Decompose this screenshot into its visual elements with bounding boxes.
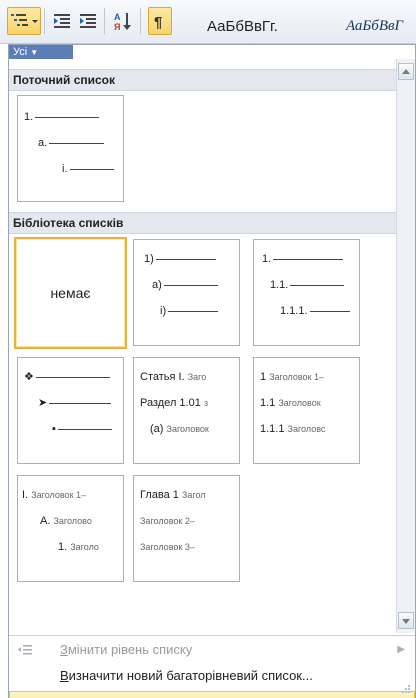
scroll-down-arrow-icon[interactable] (398, 612, 414, 629)
list-line: 1.1. (270, 278, 345, 292)
svg-text:¶: ¶ (154, 14, 162, 31)
multilevel-list-gallery: Усі ▼ Поточний список 1. a. i. Бібліотека… (8, 44, 416, 698)
filter-label: Усі (13, 46, 28, 58)
list-line: 1.1.1. (280, 304, 350, 318)
list-line: Заголовок 3– (140, 542, 195, 552)
show-formatting-button[interactable]: ¶ (148, 7, 172, 35)
scroll-up-arrow-icon[interactable] (398, 63, 414, 80)
list-line: ➤ (38, 396, 112, 410)
list-tile-article[interactable]: Статья I. Заго Раздел 1.01 з (a) Заголов… (133, 357, 240, 464)
ribbon-separator (104, 8, 105, 34)
none-label: немає (50, 285, 91, 301)
list-line: ❖ (24, 370, 110, 384)
multilevel-list-button[interactable] (7, 7, 41, 35)
list-tile-heading-roman[interactable]: I. Заголовок 1– A. Заголово 1. Заголо (17, 475, 124, 582)
list-line: 1.1 Заголовок (260, 397, 321, 409)
vertical-scrollbar[interactable] (396, 59, 415, 633)
list-line: 1 Заголовок 1– (260, 371, 325, 383)
ribbon-separator (140, 8, 141, 34)
increase-indent-icon (80, 14, 96, 28)
menu-item-define-style[interactable]: Визначити новий стиль списку... (9, 691, 415, 698)
resize-grip-icon[interactable] (401, 684, 411, 694)
list-line: Статья I. Заго (140, 371, 207, 383)
list-line: Раздел 1.01 з (140, 397, 209, 409)
decrease-indent-icon (54, 14, 70, 28)
increase-indent-button[interactable] (76, 7, 100, 35)
ribbon-separator (44, 8, 45, 34)
list-line: (a) Заголовок (150, 423, 209, 435)
list-tile-heading-numbered[interactable]: 1 Заголовок 1– 1.1 Заголовок 1.1.1 Загол… (253, 357, 360, 464)
list-line: 1. Заголо (58, 541, 99, 553)
diamond-bullet-icon: ❖ (24, 371, 34, 383)
list-line: i) (160, 304, 219, 318)
ribbon-toolbar: A Я ¶ АаБбВвГг. АаБбВвГ (0, 0, 416, 44)
list-line: 1. (262, 252, 344, 266)
define-multilevel-label: Визначити новий багаторівневий список... (60, 668, 313, 683)
svg-text:Я: Я (114, 22, 120, 32)
section-header-library: Бібліотека списків (9, 212, 397, 234)
arrow-bullet-icon: ➤ (38, 397, 48, 409)
list-line: Заголовок 2– (140, 516, 195, 526)
list-line: a. (38, 136, 105, 150)
list-line: A. Заголово (40, 515, 92, 527)
list-tile-numbered-legal[interactable]: 1. 1.1. 1.1.1. (253, 239, 360, 346)
list-tile-numbered-paren[interactable]: 1) a) i) (133, 239, 240, 346)
style-preview-italic[interactable]: АаБбВвГ (346, 18, 403, 35)
sort-button[interactable]: A Я (110, 7, 136, 35)
multilevel-list-icon (11, 14, 38, 26)
list-line: 1. (24, 110, 100, 124)
change-level-icon (18, 645, 32, 655)
style-preview-normal[interactable]: АаБбВвГг. (207, 18, 278, 35)
pilcrow-icon: ¶ (154, 14, 162, 31)
svg-text:A: A (114, 12, 121, 22)
list-line: ▪ (52, 422, 112, 436)
section-header-current: Поточний список (9, 69, 397, 91)
menu-item-define-multilevel[interactable]: Визначити новий багаторівневий список... (9, 664, 415, 688)
change-level-label: Змінити рівень списку (60, 642, 193, 657)
list-tile-none[interactable]: немає (14, 237, 127, 349)
square-bullet-icon: ▪ (52, 423, 56, 435)
filter-dropdown[interactable]: Усі ▼ (9, 45, 73, 59)
decrease-indent-button[interactable] (50, 7, 74, 35)
list-line: i. (62, 162, 114, 176)
list-tile-chapter[interactable]: Глава 1 Загол Заголовок 2– Заголовок 3– (133, 475, 240, 582)
sort-az-icon: A Я (114, 12, 131, 32)
list-tile-bullets[interactable]: ❖ ➤ ▪ (17, 357, 124, 464)
list-tile-current[interactable]: 1. a. i. (17, 95, 124, 202)
gallery-scroll-area: Поточний список 1. a. i. Бібліотека спис… (9, 59, 397, 633)
caret-down-icon: ▼ (30, 48, 39, 57)
list-line: Глава 1 Загол (140, 489, 206, 501)
list-line: I. Заголовок 1– (22, 489, 87, 501)
submenu-arrow-icon: ▶ (397, 644, 405, 655)
list-line: 1) (144, 252, 216, 266)
list-line: 1.1.1 Заголовс (260, 423, 326, 435)
list-line: a) (152, 278, 218, 292)
menu-item-change-level[interactable]: Змінити рівень списку ▶ (9, 638, 415, 662)
menu-divider (9, 635, 415, 636)
